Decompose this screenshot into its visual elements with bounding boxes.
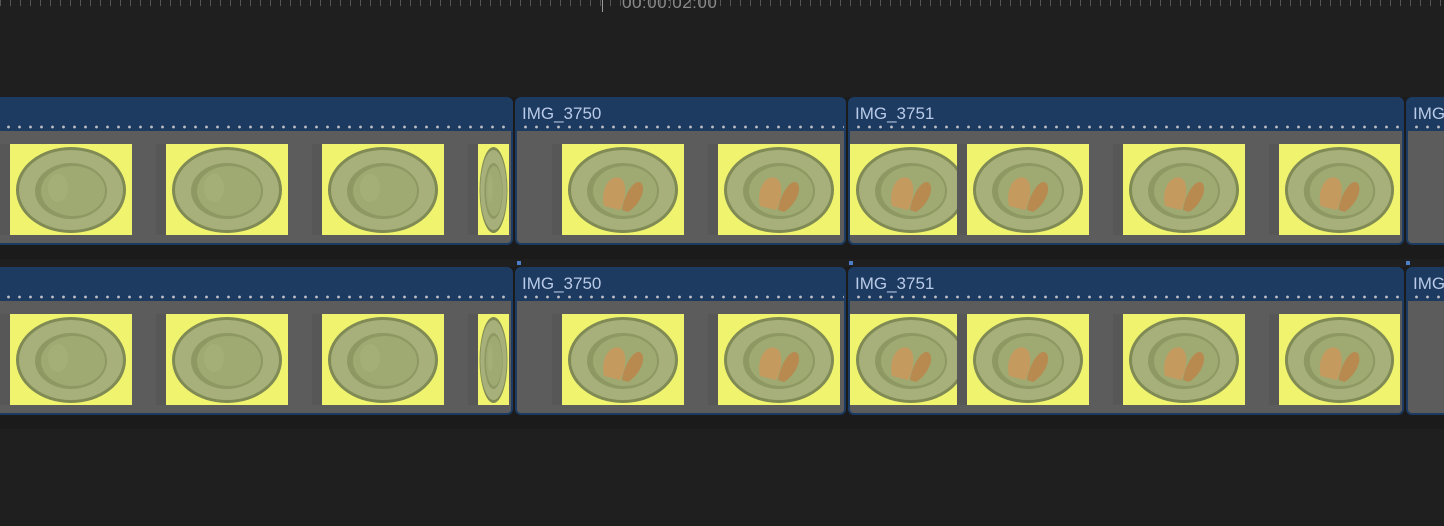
empty-plate-image: [479, 317, 508, 403]
filmstrip-thumbnail: [156, 144, 288, 235]
audio-waveform: [1408, 124, 1444, 130]
plate-with-bread-image: [568, 147, 678, 233]
audio-waveform: [850, 294, 1402, 300]
audio-waveform: [850, 124, 1402, 130]
empty-plate-image: [172, 147, 282, 233]
filmstrip-thumbnail: [0, 144, 132, 235]
plate-with-bread-image: [1284, 317, 1395, 403]
audio-waveform: [1408, 294, 1444, 300]
edit-point-marker: [849, 261, 853, 265]
empty-plate-image: [16, 147, 126, 233]
timeline-track-2: IMG_3750 IMG_3751 IMG_3752: [0, 261, 1444, 429]
empty-plate-image: [479, 147, 508, 233]
plate-with-bread-image: [1129, 317, 1239, 403]
filmstrip: [517, 131, 844, 243]
clip-name: IMG_3751: [855, 274, 935, 293]
clip-name: IMG_3750: [522, 274, 602, 293]
filmstrip-thumbnail: [552, 144, 684, 235]
filmstrip-thumbnail: [468, 144, 509, 235]
clip-img-3751[interactable]: IMG_3751: [848, 267, 1404, 415]
plate-with-bread-image: [856, 317, 966, 403]
plate-with-bread-image: [724, 317, 834, 403]
playhead-tick: [602, 0, 603, 12]
clip-header: IMG_3752: [1408, 99, 1444, 131]
clip-previous[interactable]: [0, 267, 513, 415]
filmstrip: [1408, 131, 1444, 243]
plate-with-bread-image: [1129, 147, 1239, 233]
filmstrip-thumbnail: [156, 314, 288, 405]
clip-header: [0, 99, 511, 131]
clip-img-3750[interactable]: IMG_3750: [515, 267, 846, 415]
filmstrip-thumbnail: [850, 144, 972, 235]
filmstrip: [517, 301, 844, 413]
filmstrip: [850, 131, 1402, 243]
clip-img-3750[interactable]: IMG_3750: [515, 97, 846, 245]
clip-header: IMG_3751: [850, 99, 1402, 131]
filmstrip-thumbnail: [1269, 144, 1400, 235]
empty-plate-image: [328, 147, 438, 233]
plate-with-bread-image: [973, 147, 1083, 233]
filmstrip-thumbnail: [312, 144, 444, 235]
empty-plate-image: [172, 317, 282, 403]
filmstrip-thumbnail: [0, 314, 132, 405]
filmstrip-thumbnail: [552, 314, 684, 405]
plate-with-bread-image: [568, 317, 678, 403]
clip-previous[interactable]: [0, 97, 513, 245]
filmstrip: [0, 131, 511, 243]
ruler-timecode: 00:00:02:00: [622, 0, 718, 12]
filmstrip-thumbnail: [1113, 144, 1245, 235]
filmstrip-thumbnail: [957, 314, 1089, 405]
audio-waveform: [517, 124, 844, 130]
clip-name: IMG_3750: [522, 104, 602, 123]
filmstrip-thumbnail: [708, 144, 840, 235]
filmstrip: [850, 301, 1402, 413]
clip-header: [0, 269, 511, 301]
audio-waveform: [0, 124, 511, 130]
timeline-ruler[interactable]: 00:00:02:00: [0, 0, 1444, 14]
filmstrip: [0, 301, 511, 413]
filmstrip-thumbnail: [850, 314, 972, 405]
filmstrip: [1408, 301, 1444, 413]
clip-header: IMG_3750: [517, 99, 844, 131]
timeline-track-1: IMG_3750 IMG_3751 IMG_3752: [0, 97, 1444, 259]
ruler-ticks: [0, 0, 1444, 6]
clip-name: IMG_3752: [1413, 274, 1444, 293]
filmstrip-thumbnail: [957, 144, 1089, 235]
plate-with-bread-image: [856, 147, 966, 233]
clip-header: IMG_3751: [850, 269, 1402, 301]
plate-with-bread-image: [1284, 147, 1395, 233]
filmstrip-thumbnail: [1269, 314, 1400, 405]
plate-with-bread-image: [724, 147, 834, 233]
clip-img-3752[interactable]: IMG_3752: [1406, 267, 1444, 415]
clip-img-3752[interactable]: IMG_3752: [1406, 97, 1444, 245]
filmstrip-thumbnail: [1113, 314, 1245, 405]
filmstrip-thumbnail: [468, 314, 509, 405]
filmstrip-thumbnail: [312, 314, 444, 405]
audio-waveform: [517, 294, 844, 300]
clip-name: IMG_3752: [1413, 104, 1444, 123]
clip-header: IMG_3750: [517, 269, 844, 301]
edit-point-marker: [1406, 261, 1410, 265]
filmstrip-thumbnail: [708, 314, 840, 405]
empty-plate-image: [16, 317, 126, 403]
edit-point-marker: [517, 261, 521, 265]
clip-img-3751[interactable]: IMG_3751: [848, 97, 1404, 245]
audio-waveform: [0, 294, 511, 300]
plate-with-bread-image: [973, 317, 1083, 403]
clip-header: IMG_3752: [1408, 269, 1444, 301]
clip-name: IMG_3751: [855, 104, 935, 123]
empty-plate-image: [328, 317, 438, 403]
